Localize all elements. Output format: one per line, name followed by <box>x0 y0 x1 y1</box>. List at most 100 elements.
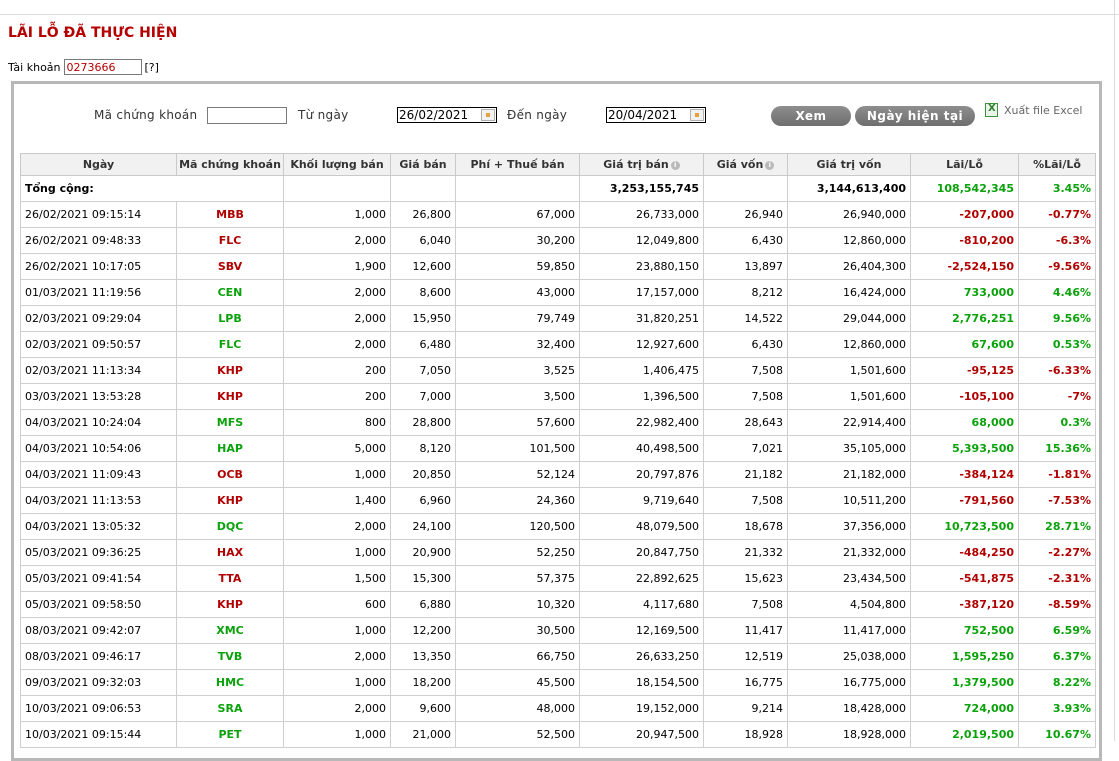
cell-pl: 68,000 <box>910 409 1019 436</box>
cell-pl: 10,723,500 <box>910 513 1019 540</box>
cell-price: 12,200 <box>390 617 456 644</box>
cell-price: 18,200 <box>390 669 456 696</box>
cell-symbol[interactable]: PET <box>176 721 284 748</box>
cell-pl: -95,125 <box>910 357 1019 384</box>
cell-price: 13,350 <box>390 643 456 670</box>
cell-symbol[interactable]: CEN <box>176 279 284 306</box>
cell-date: 02/03/2021 09:29:04 <box>20 305 177 332</box>
cell-pl-pct: 8.22% <box>1018 669 1096 696</box>
cell-symbol[interactable]: HMC <box>176 669 284 696</box>
cell-pl: 67,600 <box>910 331 1019 358</box>
col-header-sell-value[interactable]: Giá trị bán i <box>579 153 704 176</box>
to-date-value: 20/04/2021 <box>608 108 678 122</box>
cell-cost: 21,182 <box>703 461 788 488</box>
today-button[interactable]: Ngày hiện tại <box>855 106 975 126</box>
col-header-pl[interactable]: Lãi/Lỗ <box>910 153 1019 176</box>
cell-symbol[interactable]: FLC <box>176 331 284 358</box>
from-date-input[interactable]: 26/02/2021 <box>397 107 497 123</box>
cell-symbol[interactable]: MFS <box>176 409 284 436</box>
cell-pl-pct: 10.67% <box>1018 721 1096 748</box>
col-header-cost[interactable]: Giá vốn i <box>703 153 788 176</box>
cell-fee: 52,124 <box>455 461 580 488</box>
col-header-fee[interactable]: Phí + Thuế bán <box>455 153 580 176</box>
table-row: 04/03/2021 13:05:32 DQC 2,000 24,100 120,500… <box>20 513 1096 540</box>
to-date-input[interactable]: 20/04/2021 <box>606 107 706 123</box>
col-header-qty[interactable]: Khối lượng bán <box>283 153 391 176</box>
cell-cost: 21,332 <box>703 539 788 566</box>
cell-pl-pct: -7% <box>1018 383 1096 410</box>
table-row: 04/03/2021 11:13:53 KHP 1,400 6,960 24,360 9,… <box>20 487 1096 514</box>
cell-qty: 2,000 <box>283 643 391 670</box>
cell-symbol[interactable]: HAP <box>176 435 284 462</box>
cell-symbol[interactable]: SRA <box>176 695 284 722</box>
cell-qty: 2,000 <box>283 513 391 540</box>
info-icon[interactable]: i <box>765 160 775 170</box>
table-row: 04/03/2021 10:54:06 HAP 5,000 8,120 101,500 4… <box>20 435 1096 462</box>
cell-cost-value: 12,860,000 <box>787 331 911 358</box>
cell-pl-pct: 0.53% <box>1018 331 1096 358</box>
account-input[interactable] <box>63 59 142 75</box>
cell-price: 7,000 <box>390 383 456 410</box>
cell-pl-pct: 4.46% <box>1018 279 1096 306</box>
cell-pl-pct: 9.56% <box>1018 305 1096 332</box>
cell-date: 09/03/2021 09:32:03 <box>20 669 177 696</box>
table-row: 26/02/2021 09:15:14 MBB 1,000 26,800 67,000 2… <box>20 201 1096 228</box>
from-date-value: 26/02/2021 <box>399 108 469 122</box>
cell-pl: -207,000 <box>910 201 1019 228</box>
info-icon[interactable]: i <box>670 160 680 170</box>
col-header-date[interactable]: Ngày <box>20 153 177 176</box>
cell-symbol[interactable]: XMC <box>176 617 284 644</box>
table-row: 04/03/2021 11:09:43 OCB 1,000 20,850 52,124 2… <box>20 461 1096 488</box>
cell-symbol[interactable]: OCB <box>176 461 284 488</box>
cell-symbol[interactable]: KHP <box>176 383 284 410</box>
table-row: 10/03/2021 09:06:53 SRA 2,000 9,600 48,000 19… <box>20 695 1096 722</box>
help-link[interactable]: [?] <box>145 61 159 74</box>
total-cell-empty <box>703 175 788 202</box>
cell-price: 24,100 <box>390 513 456 540</box>
col-header-sell-value-text: Giá trị bán <box>603 158 669 171</box>
cell-sell-value: 31,820,251 <box>579 305 704 332</box>
cell-qty: 2,000 <box>283 305 391 332</box>
calendar-icon[interactable] <box>481 109 495 121</box>
cell-pl: -105,100 <box>910 383 1019 410</box>
calendar-icon[interactable] <box>690 109 704 121</box>
cell-sell-value: 19,152,000 <box>579 695 704 722</box>
cell-symbol[interactable]: TTA <box>176 565 284 592</box>
col-header-price[interactable]: Giá bán <box>390 153 456 176</box>
cell-sell-value: 20,947,500 <box>579 721 704 748</box>
cell-cost: 6,430 <box>703 331 788 358</box>
table-row: 05/03/2021 09:36:25 HAX 1,000 20,900 52,250 2… <box>20 539 1096 566</box>
cell-symbol[interactable]: MBB <box>176 201 284 228</box>
cell-sell-value: 1,396,500 <box>579 383 704 410</box>
cell-pl: -484,250 <box>910 539 1019 566</box>
cell-sell-value: 1,406,475 <box>579 357 704 384</box>
cell-symbol[interactable]: LPB <box>176 305 284 332</box>
cell-symbol[interactable]: KHP <box>176 487 284 514</box>
symbol-filter-input[interactable] <box>207 107 287 124</box>
total-row: Tổng cộng: 3,253,155,745 3,144,613,400 1… <box>20 175 1096 202</box>
cell-symbol[interactable]: DQC <box>176 513 284 540</box>
export-excel-link[interactable]: Xuất file Excel <box>985 103 1082 117</box>
cell-date: 01/03/2021 11:19:56 <box>20 279 177 306</box>
cell-symbol[interactable]: KHP <box>176 357 284 384</box>
cell-fee: 10,320 <box>455 591 580 618</box>
cell-cost-value: 26,404,300 <box>787 253 911 280</box>
cell-qty: 1,000 <box>283 669 391 696</box>
cell-cost: 6,430 <box>703 227 788 254</box>
cell-symbol[interactable]: SBV <box>176 253 284 280</box>
cell-symbol[interactable]: TVB <box>176 643 284 670</box>
cell-symbol[interactable]: KHP <box>176 591 284 618</box>
col-header-cost-value[interactable]: Giá trị vốn <box>787 153 911 176</box>
cell-date: 02/03/2021 11:13:34 <box>20 357 177 384</box>
cell-date: 08/03/2021 09:46:17 <box>20 643 177 670</box>
cell-qty: 200 <box>283 383 391 410</box>
col-header-pl-pct[interactable]: %Lãi/Lỗ <box>1018 153 1096 176</box>
col-header-symbol[interactable]: Mã chứng khoán <box>176 153 284 176</box>
cell-sell-value: 18,154,500 <box>579 669 704 696</box>
cell-sell-value: 20,847,750 <box>579 539 704 566</box>
cell-symbol[interactable]: FLC <box>176 227 284 254</box>
table-row: 01/03/2021 11:19:56 CEN 2,000 8,600 43,000 17… <box>20 279 1096 306</box>
view-button[interactable]: Xem <box>771 106 851 126</box>
table-row: 10/03/2021 09:15:44 PET 1,000 21,000 52,500 2… <box>20 721 1096 748</box>
cell-symbol[interactable]: HAX <box>176 539 284 566</box>
